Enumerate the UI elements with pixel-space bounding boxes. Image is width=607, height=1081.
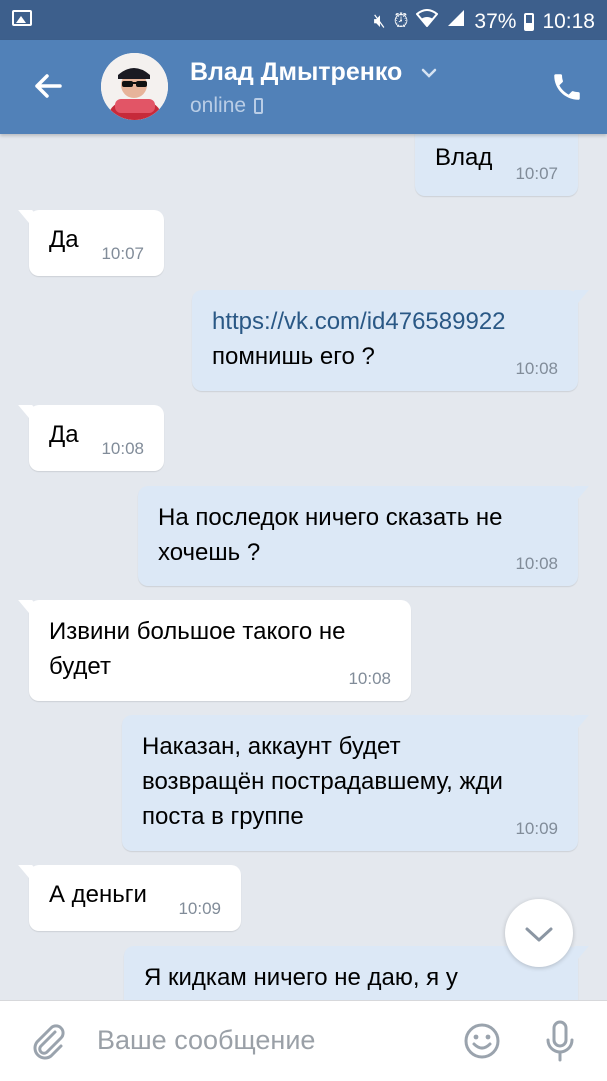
chat-header: Влад Дмытренко online (0, 40, 607, 134)
message-out[interactable]: Влад 10:07 (415, 134, 578, 196)
message-time: 10:07 (101, 244, 144, 263)
message-text: Да (49, 226, 79, 253)
alarm-icon: ⏰︎ (393, 10, 409, 32)
message-time: 10:07 (515, 164, 558, 183)
status-bar: 🔇︎ ⏰︎ 37% 10:18 (0, 0, 607, 40)
avatar[interactable] (101, 53, 168, 120)
signal-icon (446, 8, 466, 35)
message-text: Наказан, аккаунт будет (142, 733, 401, 760)
message-time: 10:08 (101, 439, 144, 458)
message-composer: Ваше сообщение (0, 1000, 607, 1081)
chevron-down-icon[interactable] (420, 64, 438, 82)
online-label: online (190, 94, 247, 117)
message-link[interactable]: https://vk.com/id476589922 (212, 304, 558, 339)
message-input[interactable]: Ваше сообщение (97, 1025, 315, 1056)
message-text: Я кидкам ничего не даю, я у (144, 964, 458, 991)
message-text: поста в группе (142, 803, 304, 830)
message-out[interactable]: https://vk.com/id476589922 помнишь его ?… (192, 290, 589, 391)
message-text: будет (49, 653, 111, 680)
message-time: 10:09 (515, 819, 558, 838)
message-time: 10:08 (515, 359, 558, 378)
phone-icon[interactable] (550, 70, 584, 104)
message-text: Извини большое такого не (49, 618, 346, 645)
battery-icon (524, 12, 535, 31)
contact-name[interactable]: Влад Дмытренко (190, 58, 402, 87)
wifi-icon (415, 9, 439, 34)
mobile-device-icon (254, 98, 264, 114)
message-out[interactable]: На последок ничего сказать не хочешь ? 1… (138, 486, 589, 586)
message-text: возвращён пострадавшему, жди (142, 768, 503, 795)
mic-icon[interactable] (540, 1019, 580, 1063)
message-out[interactable]: Наказан, аккаунт будет возвращён пострад… (122, 715, 589, 851)
message-text: помнишь его ? (212, 343, 375, 370)
message-in[interactable]: Извини большое такого не будет 10:08 (18, 600, 411, 701)
message-time: 10:09 (178, 899, 221, 918)
message-in[interactable]: Да 10:07 (18, 210, 164, 276)
message-list[interactable]: Влад 10:07 Да 10:07 https://vk.com/id476… (0, 134, 607, 1000)
chevron-down-icon (525, 927, 553, 942)
message-text: А деньги (49, 881, 147, 908)
message-text: Влад (435, 144, 493, 171)
attach-icon[interactable] (28, 1021, 68, 1061)
clock: 10:18 (542, 9, 595, 33)
message-text: На последок ничего сказать не (158, 504, 503, 531)
back-arrow-icon[interactable] (30, 68, 66, 104)
scroll-to-bottom-button[interactable] (505, 899, 573, 967)
mute-icon: 🔇︎ (373, 10, 386, 32)
message-in[interactable]: А деньги 10:09 (18, 865, 241, 931)
message-time: 10:08 (515, 554, 558, 573)
message-text: хочешь ? (158, 539, 261, 566)
online-status: online (190, 94, 264, 118)
message-time: 10:08 (348, 669, 391, 688)
message-in[interactable]: Да 10:08 (18, 405, 164, 471)
emoji-icon[interactable] (462, 1021, 502, 1061)
status-icons: 🔇︎ ⏰︎ 37% 10:18 (374, 8, 595, 35)
gallery-icon (12, 10, 32, 26)
message-text: Да (49, 421, 79, 448)
battery-percent: 37% (474, 9, 517, 33)
